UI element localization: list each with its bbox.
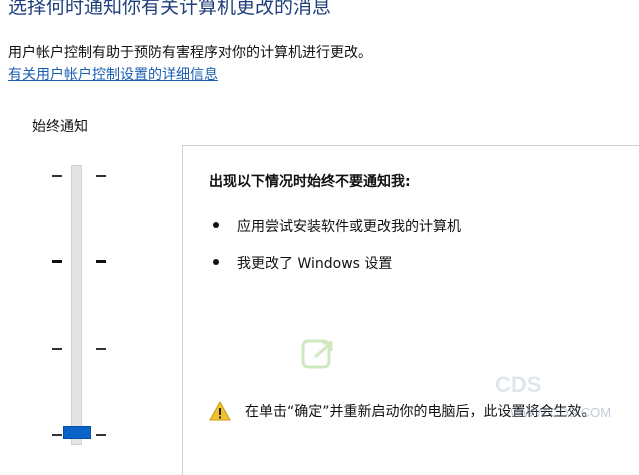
bullet-dot-icon bbox=[213, 259, 219, 265]
warning-icon bbox=[209, 401, 231, 421]
slider-tick-left-2 bbox=[52, 260, 62, 263]
slider-tick-left-3 bbox=[52, 348, 62, 350]
bullet-item: 应用尝试安装软件或更改我的计算机 bbox=[213, 216, 461, 236]
watermark-brand: CDS bbox=[495, 372, 542, 397]
bullet-text: 我更改了 Windows 设置 bbox=[237, 256, 393, 272]
slider-tick-right-1 bbox=[96, 175, 106, 177]
slider-track[interactable] bbox=[71, 165, 82, 445]
uac-details-link[interactable]: 有关用户帐户控制设置的详细信息 bbox=[8, 64, 218, 84]
slider-thumb[interactable] bbox=[63, 426, 91, 439]
page-title: 选择何时通知你有关计算机更改的消息 bbox=[8, 0, 332, 18]
watermark-domain: WWW.CDS.COM bbox=[510, 405, 612, 420]
slider-tick-right-2 bbox=[96, 260, 106, 263]
slider-top-label: 始终通知 bbox=[32, 119, 88, 135]
bullet-dot-icon bbox=[213, 222, 219, 228]
watermark-logo-icon bbox=[301, 339, 333, 369]
page-description: 用户帐户控制有助于预防有害程序对你的计算机进行更改。 bbox=[8, 45, 372, 61]
setting-description-panel: 出现以下情况时始终不要通知我: 应用尝试安装软件或更改我的计算机 我更改了 Wi… bbox=[182, 145, 639, 475]
bullet-item: 我更改了 Windows 设置 bbox=[213, 253, 392, 273]
slider-tick-right-3 bbox=[96, 348, 106, 350]
slider-tick-right-4 bbox=[96, 434, 106, 436]
bullet-text: 应用尝试安装软件或更改我的计算机 bbox=[237, 219, 461, 235]
slider-tick-left-4 bbox=[52, 434, 62, 436]
panel-heading: 出现以下情况时始终不要通知我: bbox=[209, 174, 411, 190]
slider-tick-left-1 bbox=[52, 175, 62, 177]
